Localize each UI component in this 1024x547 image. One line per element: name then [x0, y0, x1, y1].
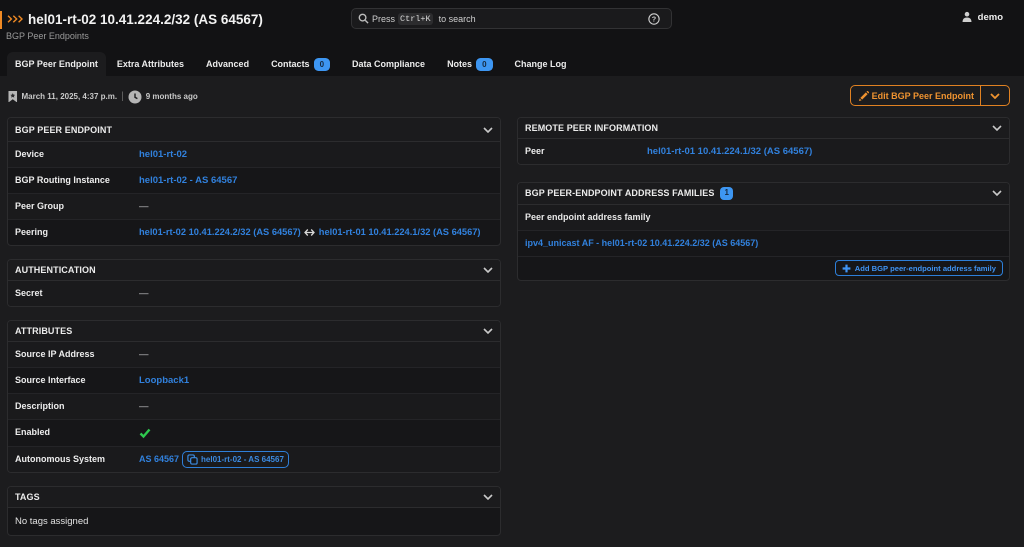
svg-text:?: ?	[652, 14, 657, 23]
